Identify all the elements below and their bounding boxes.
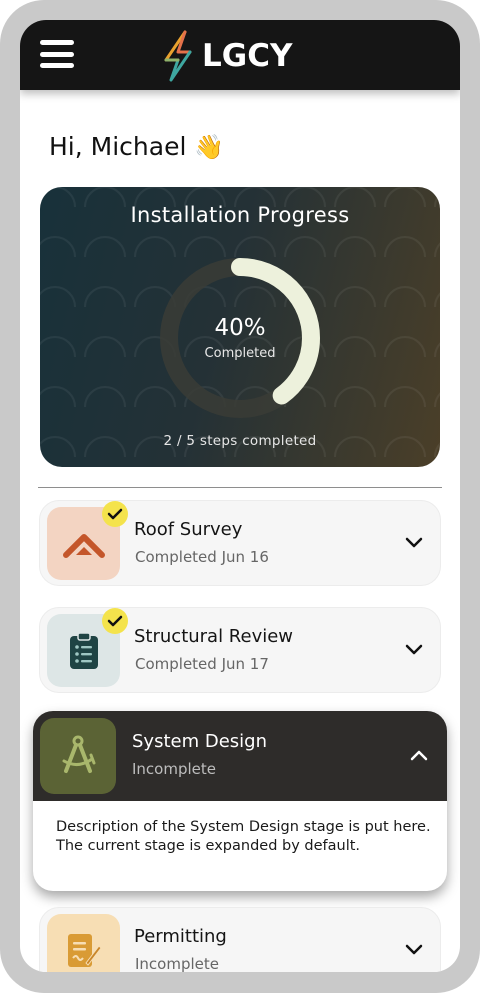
stage-header[interactable]: System Design Incomplete <box>33 711 447 801</box>
app-screen: LGCY Hi, Michael 👋 Installation Progress… <box>20 20 460 972</box>
progress-completed-label: Completed <box>204 346 276 361</box>
greeting-text: Hi, Michael <box>49 132 187 161</box>
stage-card-structural-review[interactable]: Structural Review Completed Jun 17 <box>39 607 441 693</box>
completed-check-icon <box>102 501 128 527</box>
stage-title: System Design <box>132 731 267 752</box>
app-header: LGCY <box>20 20 460 90</box>
stage-status: Incomplete <box>132 760 216 778</box>
section-divider <box>38 487 442 488</box>
stage-title: Roof Survey <box>134 519 243 540</box>
document-pen-icon <box>67 933 102 967</box>
chevron-down-icon[interactable] <box>404 642 424 656</box>
chevron-down-icon[interactable] <box>404 535 424 549</box>
stage-card-system-design[interactable]: System Design Incomplete Description of … <box>33 711 447 891</box>
installation-progress-card: Installation Progress 40% Completed 2 / … <box>40 187 440 467</box>
greeting: Hi, Michael 👋 <box>49 132 224 161</box>
stage-title: Permitting <box>134 926 227 947</box>
progress-title: Installation Progress <box>130 203 350 227</box>
stage-card-roof-survey[interactable]: Roof Survey Completed Jun 16 <box>39 500 441 586</box>
lightning-logo-icon <box>164 30 192 82</box>
hamburger-menu-icon[interactable] <box>40 40 74 68</box>
drafting-compass-icon <box>62 735 96 773</box>
chevron-up-icon[interactable] <box>409 749 429 763</box>
completed-check-icon <box>102 608 128 634</box>
stage-card-permitting[interactable]: Permitting Incomplete <box>39 907 441 972</box>
stage-description: Description of the System Design stage i… <box>56 819 431 854</box>
stage-status: Completed Jun 16 <box>135 548 269 566</box>
stage-title: Structural Review <box>134 626 294 647</box>
stage-icon-box <box>47 914 120 972</box>
clipboard-checklist-icon <box>69 631 98 669</box>
waving-hand-icon: 👋 <box>194 132 225 161</box>
lgcy-logo[interactable]: LGCY <box>158 30 292 82</box>
roof-icon <box>62 533 105 558</box>
progress-percent: 40% <box>214 315 266 341</box>
stage-status: Incomplete <box>135 955 219 972</box>
stage-status: Completed Jun 17 <box>135 655 269 673</box>
steps-completed-text: 2 / 5 steps completed <box>163 433 317 449</box>
logo-text: LGCY <box>202 38 293 74</box>
stage-icon-box <box>40 718 116 794</box>
chevron-down-icon[interactable] <box>404 942 424 956</box>
